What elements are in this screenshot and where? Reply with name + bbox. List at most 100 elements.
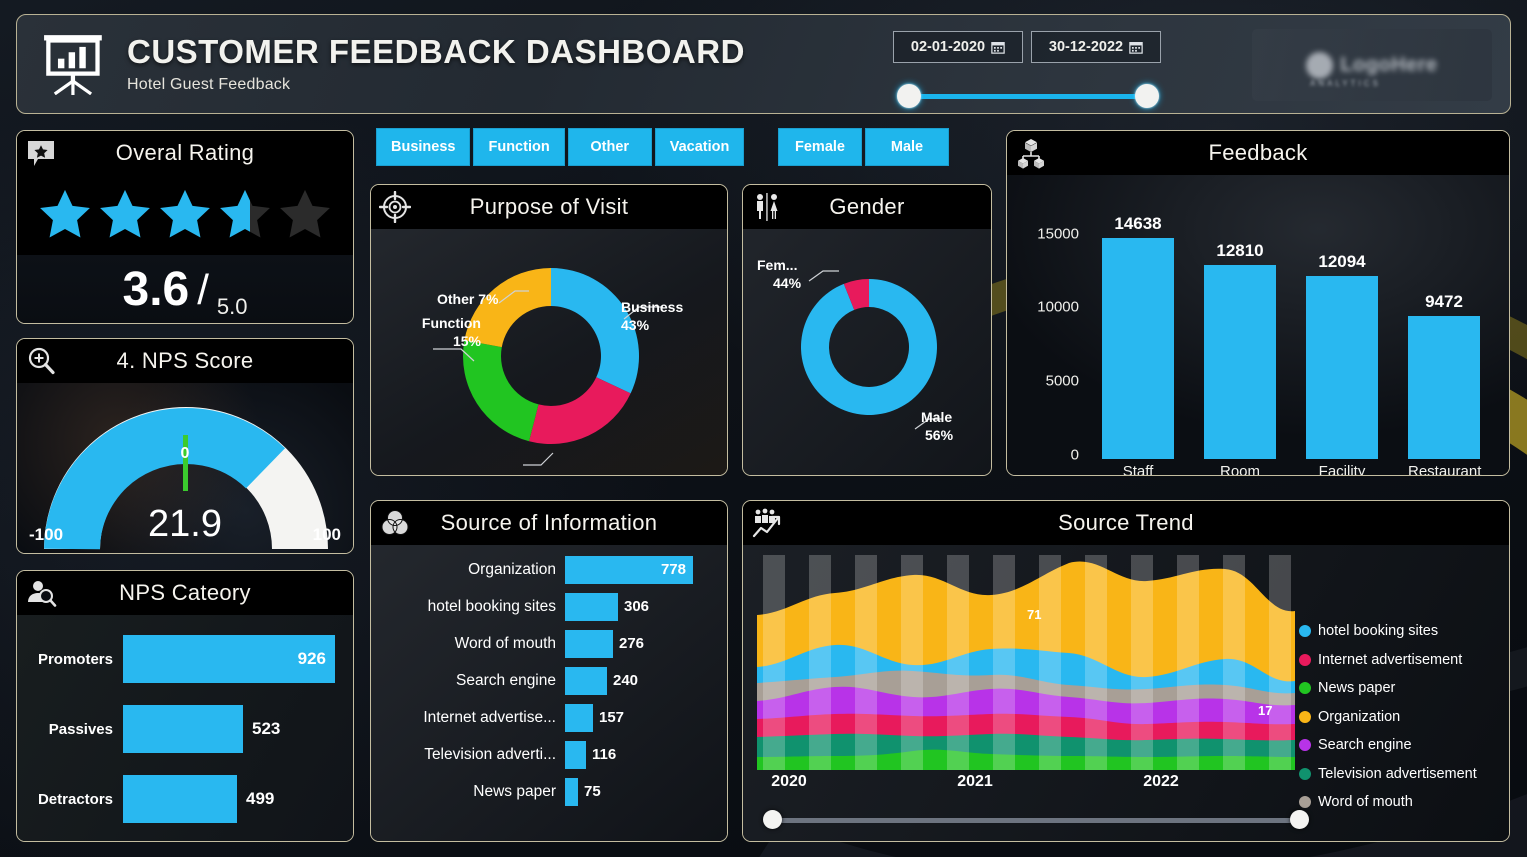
source-row-word-of-mouth[interactable]: Word of mouth 276	[375, 625, 719, 662]
magnifier-plus-icon	[28, 347, 55, 375]
filter-button-other[interactable]: Other	[567, 128, 652, 166]
feedback-bar-room[interactable]: 12810	[1204, 241, 1276, 459]
rating-score: 3.6	[122, 263, 190, 316]
nps-category-row-promoters[interactable]: Promoters 926	[27, 631, 341, 687]
legend-label: Television advertisement	[1318, 765, 1477, 782]
filter-button-female[interactable]: Female	[778, 128, 862, 166]
legend-swatch-icon	[1299, 625, 1311, 638]
slider-handle-left[interactable]	[897, 84, 921, 108]
panel-header: NPS Cateory	[17, 571, 353, 615]
nps-category-panel: NPS Cateory Promoters 926 Passives 523 D	[16, 570, 354, 842]
calendar-icon[interactable]	[991, 40, 1005, 54]
bar-rect[interactable]	[1306, 276, 1378, 459]
legend-item-hotel-booking-sites[interactable]: hotel booking sites	[1299, 617, 1501, 646]
gauge-value: 21.9	[148, 503, 222, 545]
row-label: Internet advertise...	[423, 708, 556, 726]
row-bar[interactable]	[565, 629, 613, 658]
purpose-of-visit-panel: Purpose of Visit Business 43% Function 1…	[370, 184, 728, 476]
nps-category-row-detractors[interactable]: Detractors 499	[27, 771, 341, 827]
source-row-search-engine[interactable]: Search engine 240	[375, 662, 719, 699]
label-male-name: Male	[921, 409, 953, 425]
feedback-bar-staff[interactable]: 14638	[1102, 214, 1174, 459]
row-bar[interactable]	[565, 666, 607, 695]
nps-score-panel: 4. NPS Score 0 21.9 -100 100	[16, 338, 354, 554]
label-business-pct: 43%	[621, 316, 650, 333]
slider-handle-left[interactable]	[763, 810, 782, 829]
row-bar[interactable]	[565, 777, 578, 806]
row-bar[interactable]	[123, 705, 243, 753]
panel-header: Purpose of Visit	[371, 185, 727, 229]
source-row-organization[interactable]: Organization 778	[375, 551, 719, 588]
y-tick-0: 0	[1070, 446, 1079, 464]
date-from-field[interactable]: 02-01-2020	[893, 31, 1023, 63]
panel-body: 3.6 / 5.0	[17, 175, 353, 323]
source-row-news-paper[interactable]: News paper 75	[375, 773, 719, 810]
feedback-bar-facility[interactable]: 12094	[1306, 252, 1378, 459]
panel-body: 0 21.9 -100 100	[17, 383, 353, 553]
row-bar[interactable]	[123, 775, 237, 823]
venn-circles-icon	[381, 510, 409, 535]
star-icon-1	[40, 189, 90, 238]
bar-rect[interactable]	[1204, 265, 1276, 459]
panel-body: Fem... 44% Male 56%	[743, 229, 991, 475]
bar-value: 14638	[1114, 214, 1162, 233]
row-bar[interactable]: 926	[123, 635, 335, 683]
trend-range-slider[interactable]	[763, 809, 1309, 831]
date-range-slider[interactable]	[893, 83, 1163, 109]
legend-swatch-icon	[1299, 710, 1311, 723]
x-label-facility: Facility	[1318, 463, 1366, 476]
row-bar[interactable]: 778	[565, 555, 693, 584]
filter-button-business[interactable]: Business	[376, 128, 471, 166]
row-value: 116	[592, 746, 617, 763]
legend-swatch-icon	[1299, 739, 1311, 752]
label-other: Other 7%	[437, 291, 499, 307]
legend-item-television-advertisement[interactable]: Television advertisement	[1299, 760, 1501, 789]
panel-title: NPS Cateory	[119, 580, 251, 605]
source-row-hotel-booking-sites[interactable]: hotel booking sites 306	[375, 588, 719, 625]
legend-item-news-paper[interactable]: News paper	[1299, 674, 1501, 703]
legend-swatch-icon	[1299, 767, 1311, 780]
source-trend-panel: Source Trend 71 17 2020 2021 2022 hotel …	[742, 500, 1510, 842]
filter-button-male[interactable]: Male	[865, 128, 949, 166]
source-row-television-advertisement[interactable]: Television adverti... 116	[375, 736, 719, 773]
gender-filter-group[interactable]: Female Male	[778, 128, 949, 166]
hierarchy-cubes-icon	[1018, 139, 1044, 169]
slider-handle-right[interactable]	[1290, 810, 1309, 829]
purpose-filter-group[interactable]: Business Function Other Vacation	[376, 128, 745, 166]
label-function-name: Function	[421, 315, 481, 331]
row-label: Word of mouth	[454, 634, 556, 652]
row-bar[interactable]	[565, 703, 593, 732]
panel-header: 4. NPS Score	[17, 339, 353, 383]
source-of-information-panel: Source of Information Organization 778 h…	[370, 500, 728, 842]
legend-item-internet-advertisement[interactable]: Internet advertisement	[1299, 646, 1501, 675]
legend-label: Search engine	[1318, 737, 1412, 754]
filter-button-vacation[interactable]: Vacation	[654, 128, 745, 166]
row-value: 778	[660, 561, 686, 578]
bar-rect[interactable]	[1102, 238, 1174, 459]
date-to-field[interactable]: 30-12-2022	[1031, 31, 1161, 63]
feedback-panel: Feedback 15000 10000 5000 0 14638 12810	[1006, 130, 1510, 476]
source-row-internet-advertisement[interactable]: Internet advertise... 157	[375, 699, 719, 736]
panel-header: Source Trend	[743, 501, 1509, 545]
legend-item-organization[interactable]: Organization	[1299, 703, 1501, 732]
row-bar[interactable]	[565, 740, 586, 769]
x-label-2022: 2022	[1143, 773, 1179, 790]
filter-button-function[interactable]: Function	[473, 128, 565, 166]
source-trend-area-chart[interactable]	[757, 555, 1295, 770]
bar-value: 9472	[1425, 292, 1463, 311]
slider-handle-right[interactable]	[1135, 84, 1159, 108]
legend-item-search-engine[interactable]: Search engine	[1299, 731, 1501, 760]
label-business-name: Business	[621, 299, 684, 315]
feedback-bar-restaurant[interactable]: 9472	[1408, 292, 1480, 459]
label-male-pct: 56%	[925, 426, 954, 443]
nps-category-row-passives[interactable]: Passives 523	[27, 701, 341, 757]
bar-rect[interactable]	[1408, 316, 1480, 459]
y-tick-15000: 15000	[1037, 225, 1079, 243]
presentation-chart-icon	[44, 35, 102, 95]
legend-item-word-of-mouth[interactable]: Word of mouth	[1299, 788, 1501, 817]
calendar-icon[interactable]	[1129, 40, 1143, 54]
feedback-bars: 14638 12810 12094 9472	[1087, 187, 1495, 459]
row-label: Passives	[48, 720, 113, 738]
row-bar[interactable]	[565, 592, 618, 621]
label-function-pct: 15%	[452, 332, 481, 349]
